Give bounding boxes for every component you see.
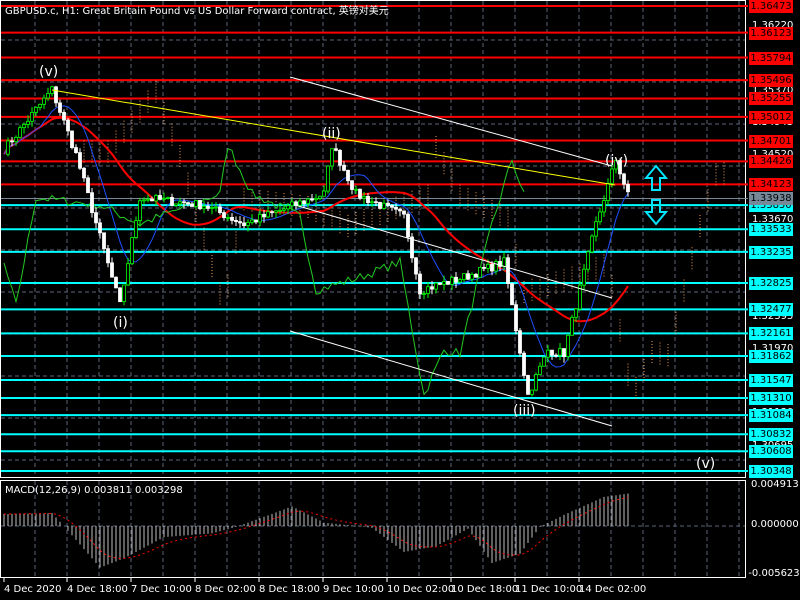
support-price-label: 1.33235 xyxy=(749,245,793,259)
wave-label-iv: (iv) xyxy=(605,153,629,169)
time-axis-label: 10 Dec 18:00 xyxy=(451,584,519,595)
wave-label-v-top: (v) xyxy=(39,64,59,80)
resistance-price-label: 1.34123 xyxy=(749,178,793,192)
resistance-price-label: 1.34426 xyxy=(749,155,793,169)
support-price-label: 1.31862 xyxy=(749,350,793,364)
time-axis-label: 7 Dec 10:00 xyxy=(131,584,192,595)
macd-title: MACD(12,26,9) 0.003811 0.003298 xyxy=(5,485,183,496)
time-axis-label: 14 Dec 02:00 xyxy=(579,584,647,595)
time-axis-label: 4 Dec 18:00 xyxy=(67,584,128,595)
support-price-label: 1.32477 xyxy=(749,303,793,317)
time-axis-label: 8 Dec 18:00 xyxy=(259,584,320,595)
resistance-price-label: 1.35794 xyxy=(749,51,793,65)
time-axis-label: 10 Dec 02:00 xyxy=(387,584,455,595)
time-axis-label: 4 Dec 2020 xyxy=(4,584,62,595)
support-price-label: 1.31310 xyxy=(749,391,793,405)
macd-min-label: -0.005623 xyxy=(748,568,800,579)
macd-zero-label: 0.000000 xyxy=(751,519,799,530)
support-price-label: 1.30832 xyxy=(749,428,793,442)
resistance-price-label: 1.34701 xyxy=(749,134,793,148)
support-price-label: 1.30348 xyxy=(749,465,793,478)
current-price-label: 1.33938 xyxy=(749,192,793,206)
time-axis-label: 9 Dec 10:00 xyxy=(323,584,384,595)
support-price-label: 1.33533 xyxy=(749,223,793,237)
chart-title: GBPUSD.c, H1: Great Britain Pound vs US … xyxy=(5,6,389,17)
support-price-label: 1.31084 xyxy=(749,409,793,423)
support-price-label: 1.32161 xyxy=(749,327,793,341)
resistance-price-label: 1.36123 xyxy=(749,26,793,40)
resistance-price-label: 1.36473 xyxy=(749,0,793,13)
time-axis-label: 8 Dec 02:00 xyxy=(195,584,256,595)
price-and-time-labels: 1.362201.353701.349451.345201.336701.323… xyxy=(0,0,800,600)
support-price-label: 1.30608 xyxy=(749,445,793,459)
wave-label-v-target: (v) xyxy=(696,456,716,472)
macd-max-label: 0.004913 xyxy=(751,479,799,490)
support-price-label: 1.31547 xyxy=(749,373,793,387)
resistance-price-label: 1.35012 xyxy=(749,110,793,124)
support-price-label: 1.32825 xyxy=(749,276,793,290)
resistance-price-label: 1.35496 xyxy=(749,74,793,88)
wave-label-ii: (ii) xyxy=(322,126,341,142)
wave-label-i: (i) xyxy=(113,315,128,331)
resistance-price-label: 1.35255 xyxy=(749,92,793,106)
wave-label-iii: (iii) xyxy=(513,403,536,419)
time-axis-label: 11 Dec 10:00 xyxy=(515,584,583,595)
